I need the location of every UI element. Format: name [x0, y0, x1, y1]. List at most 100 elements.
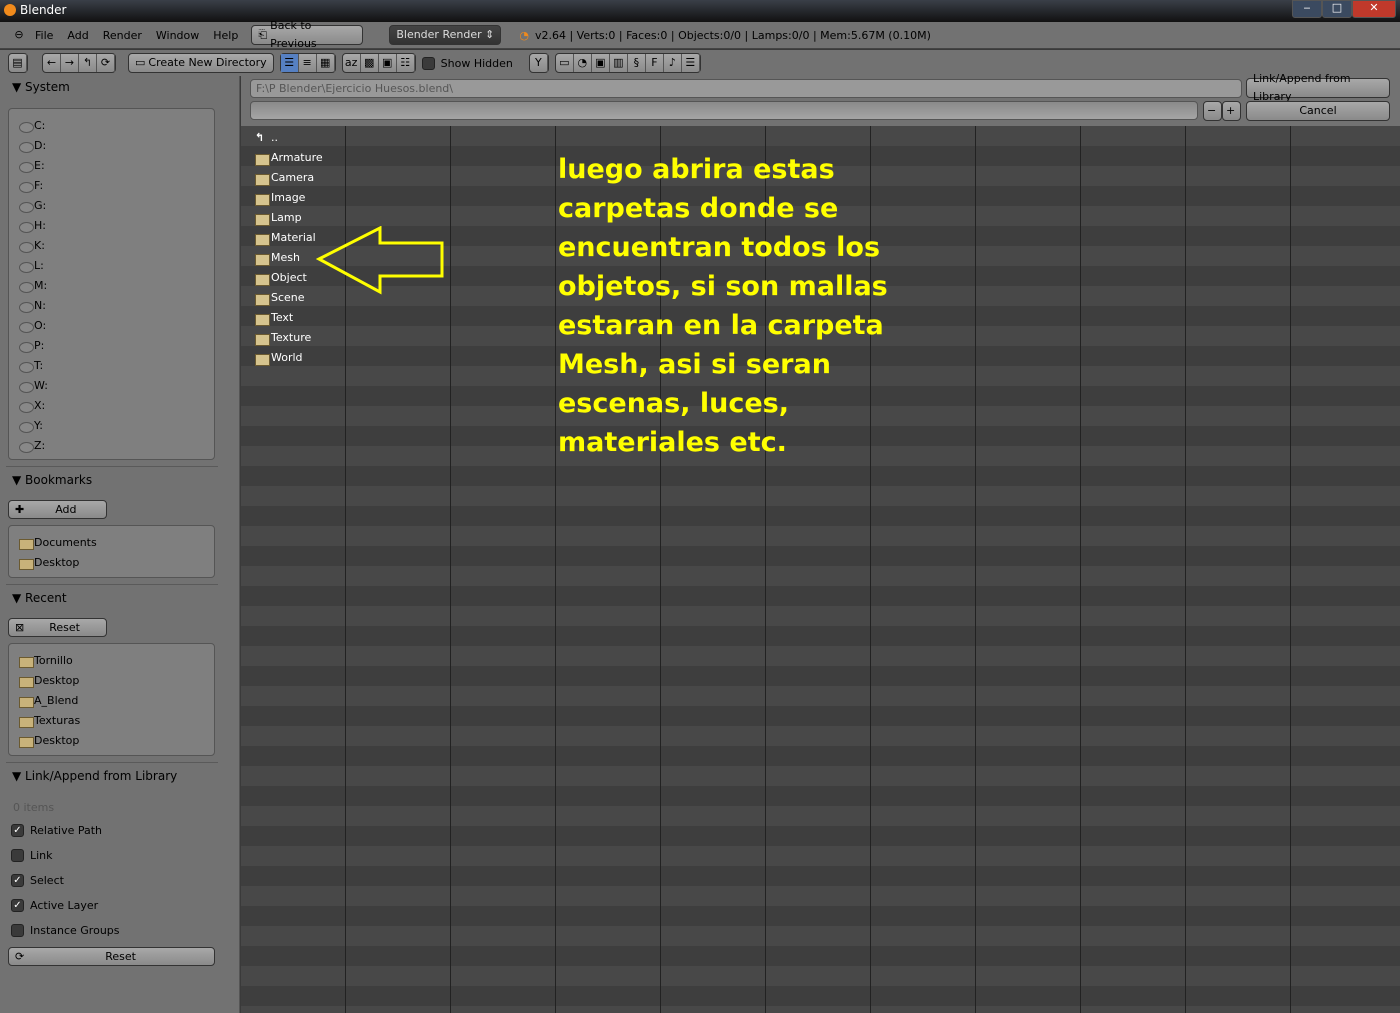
drive-item[interactable]: E:	[9, 156, 214, 176]
render-engine-select[interactable]: Blender Render ⇕	[389, 25, 502, 45]
drive-item[interactable]: D:	[9, 136, 214, 156]
filename-field[interactable]	[250, 101, 1198, 120]
menu-window[interactable]: Window	[149, 29, 206, 42]
filter-blend-icon[interactable]: ◔	[574, 54, 592, 72]
filter-movie-icon[interactable]: ▥	[610, 54, 628, 72]
menu-file[interactable]: File	[28, 29, 60, 42]
drive-item[interactable]: G:	[9, 196, 214, 216]
folder-item[interactable]: Material	[255, 228, 323, 248]
menu-help[interactable]: Help	[206, 29, 245, 42]
refresh-icon: ⟳	[15, 949, 25, 963]
drive-item[interactable]: N:	[9, 296, 214, 316]
reset-recent-button[interactable]: ⊠ Reset	[8, 618, 107, 637]
drive-item[interactable]: Z:	[9, 436, 214, 456]
annotation-line: carpetas donde se	[558, 193, 839, 224]
drive-item[interactable]: X:	[9, 396, 214, 416]
bookmark-item[interactable]: Documents	[9, 533, 214, 553]
link-checkbox[interactable]: Link	[11, 849, 53, 862]
folder-item[interactable]: Scene	[255, 288, 323, 308]
stats-text: v2.64 | Verts:0 | Faces:0 | Objects:0/0 …	[534, 28, 931, 42]
maximize-button[interactable]: □	[1322, 0, 1352, 18]
folder-item[interactable]: Camera	[255, 168, 323, 188]
editor-type-icon[interactable]: ⊖	[10, 26, 28, 44]
show-hidden-checkbox[interactable]: Show Hidden	[421, 56, 513, 70]
recent-item[interactable]: A_Blend	[9, 691, 214, 711]
drive-item[interactable]: O:	[9, 316, 214, 336]
recent-panel-header[interactable]: ▼ Recent	[12, 591, 67, 605]
thumbnails-icon[interactable]: ▦	[317, 54, 335, 72]
folder-item[interactable]: Image	[255, 188, 323, 208]
refresh-icon[interactable]: ⟳	[97, 54, 115, 72]
long-list-icon[interactable]: ≡	[299, 54, 317, 72]
sort-alpha-icon[interactable]: az	[343, 54, 361, 72]
recent-item[interactable]: Tornillo	[9, 651, 214, 671]
filter-sound-icon[interactable]: ♪	[664, 54, 682, 72]
short-list-icon[interactable]: ☰	[280, 54, 299, 72]
link-append-button[interactable]: Link/Append from Library	[1246, 72, 1390, 103]
drive-item[interactable]: Y:	[9, 416, 214, 436]
drive-item[interactable]: W:	[9, 376, 214, 396]
active-layer-checkbox[interactable]: ✓ Active Layer	[11, 899, 98, 912]
drive-item[interactable]: T:	[9, 356, 214, 376]
file-list: ↰.. Armature Camera Image Lamp Material …	[241, 126, 1400, 1013]
reset-options-button[interactable]: ⟳ Reset	[8, 947, 215, 966]
reset-label: Reset	[49, 620, 80, 634]
filter-icon[interactable]: Y	[530, 54, 548, 72]
drive-item[interactable]: C:	[9, 116, 214, 136]
folder-item[interactable]: Armature	[255, 148, 323, 168]
bookmarks-panel-header[interactable]: ▼ Bookmarks	[12, 473, 92, 487]
increment-button[interactable]: +	[1222, 101, 1241, 121]
link-append-panel-header[interactable]: ▼ Link/Append from Library	[12, 769, 177, 783]
filter-folder-icon[interactable]: ▭	[556, 54, 574, 72]
annotation-line: encuentran todos los	[558, 232, 881, 263]
option-label: Select	[30, 874, 64, 887]
folder-item[interactable]: Mesh	[255, 248, 323, 268]
drive-item[interactable]: P:	[9, 336, 214, 356]
recent-item[interactable]: Texturas	[9, 711, 214, 731]
filter-text-icon[interactable]: ☰	[682, 54, 700, 72]
sort-size-icon[interactable]: ☷	[397, 54, 415, 72]
create-new-directory-button[interactable]: ▭ Create New Directory	[128, 53, 274, 73]
back-arrow-icon[interactable]: ←	[43, 54, 61, 72]
editor-type-select[interactable]: ▤	[8, 53, 28, 73]
add-bookmark-button[interactable]: ✚ Add	[8, 500, 107, 519]
drive-item[interactable]: H:	[9, 216, 214, 236]
column-divider	[1185, 126, 1186, 1013]
forward-arrow-icon[interactable]: →	[61, 54, 79, 72]
show-hidden-box	[421, 56, 435, 70]
instance-groups-checkbox[interactable]: Instance Groups	[11, 924, 120, 937]
minimize-button[interactable]: ‒	[1292, 0, 1322, 18]
drive-item[interactable]: L:	[9, 256, 214, 276]
recent-item[interactable]: Desktop	[9, 671, 214, 691]
folder-item[interactable]: Text	[255, 308, 323, 328]
menu-add[interactable]: Add	[60, 29, 95, 42]
sort-time-icon[interactable]: ▣	[379, 54, 397, 72]
system-panel-header[interactable]: ▼ System	[12, 80, 70, 94]
filter-script-icon[interactable]: §	[628, 54, 646, 72]
directory-field[interactable]: F:\P Blender\Ejercicio Huesos.blend\	[250, 79, 1242, 98]
drive-item[interactable]: K:	[9, 236, 214, 256]
parent-directory-item[interactable]: ↰..	[255, 128, 323, 148]
sort-ext-icon[interactable]: ▩	[361, 54, 379, 72]
parent-arrow-icon: ↰	[255, 131, 265, 144]
back-to-previous-button[interactable]: ⎗ Back to Previous	[251, 19, 364, 50]
column-divider	[975, 126, 976, 1013]
drive-item[interactable]: M:	[9, 276, 214, 296]
folder-item[interactable]: Object	[255, 268, 323, 288]
parent-dir-icon[interactable]: ↰	[79, 54, 97, 72]
folder-item[interactable]: Lamp	[255, 208, 323, 228]
recent-item[interactable]: Desktop	[9, 731, 214, 751]
decrement-button[interactable]: −	[1203, 101, 1222, 121]
filter-image-icon[interactable]: ▣	[592, 54, 610, 72]
option-label: Relative Path	[30, 824, 103, 837]
filter-font-icon[interactable]: F	[646, 54, 664, 72]
drive-item[interactable]: F:	[9, 176, 214, 196]
cancel-button[interactable]: Cancel	[1246, 101, 1390, 121]
menu-render[interactable]: Render	[96, 29, 149, 42]
close-button[interactable]: ✕	[1352, 0, 1396, 18]
bookmark-item[interactable]: Desktop	[9, 553, 214, 573]
folder-item[interactable]: World	[255, 348, 323, 368]
folder-item[interactable]: Texture	[255, 328, 323, 348]
select-checkbox[interactable]: ✓ Select	[11, 874, 64, 887]
relative-path-checkbox[interactable]: ✓ Relative Path	[11, 824, 102, 837]
